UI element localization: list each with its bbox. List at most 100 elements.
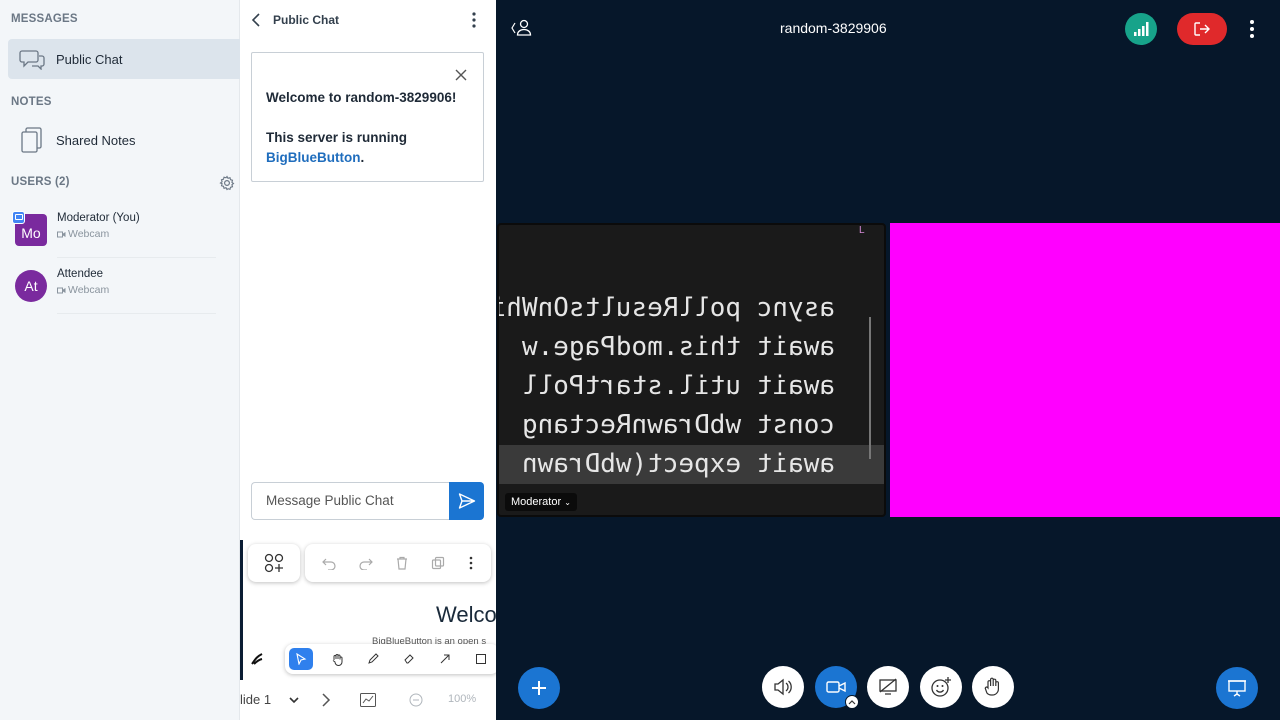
divider xyxy=(57,257,216,258)
zoom-out-icon[interactable] xyxy=(407,691,425,709)
presentation-toggle-button[interactable] xyxy=(1216,667,1258,709)
chat-panel: Public Chat Welcome to random-3829906! T… xyxy=(240,0,496,540)
rectangle-tool[interactable] xyxy=(469,648,493,670)
user-status: Webcam xyxy=(57,228,109,240)
redo-icon[interactable] xyxy=(358,556,373,570)
welcome-prefix: Welcome to xyxy=(266,90,346,105)
screen-share-content: async pollResultsOnWhi await this.modPag… xyxy=(499,289,884,484)
leave-meeting-button[interactable] xyxy=(1177,13,1227,45)
video-user-label: Moderator xyxy=(511,496,562,508)
cursor-icon xyxy=(296,653,307,665)
pencil-icon xyxy=(368,653,379,664)
screen-share-icon xyxy=(879,678,897,695)
audio-button[interactable] xyxy=(762,666,804,708)
public-chat-item[interactable]: Public Chat xyxy=(8,39,240,79)
server-text: This server is running xyxy=(266,130,408,145)
chevron-left-icon[interactable] xyxy=(250,12,264,28)
welcome-suffix: ! xyxy=(451,90,457,105)
message-input[interactable]: Message Public Chat xyxy=(251,482,449,520)
user-row-attendee[interactable]: At Attendee Webcam xyxy=(0,266,240,314)
chat-header: Public Chat xyxy=(240,0,496,40)
smiley-icon xyxy=(931,677,951,697)
presentation-icon xyxy=(1228,680,1246,697)
select-tool[interactable] xyxy=(289,648,313,670)
pencil-tool[interactable] xyxy=(361,648,385,670)
arrow-tool[interactable] xyxy=(433,648,457,670)
whiteboard-area[interactable]: Welco BigBlueButton is an open s xyxy=(240,540,496,680)
code-line: const wbDrawnRectang xyxy=(521,410,835,440)
video-user-name[interactable]: Moderator ⌄ xyxy=(505,493,577,511)
webcam-options-button[interactable] xyxy=(845,695,859,709)
user-list-panel: MESSAGES Public Chat NOTES Shared Notes … xyxy=(0,0,240,720)
fit-to-width-icon[interactable] xyxy=(359,691,377,709)
server-period: . xyxy=(360,150,365,165)
leave-icon xyxy=(1194,22,1210,36)
raise-hand-button[interactable] xyxy=(972,666,1014,708)
close-icon[interactable] xyxy=(453,67,469,83)
users-section-title: USERS (2) xyxy=(11,176,70,188)
send-button[interactable] xyxy=(449,482,484,520)
actions-button[interactable] xyxy=(518,667,560,709)
bigbluebutton-link[interactable]: BigBlueButton xyxy=(266,150,360,165)
speaker-icon xyxy=(774,678,792,696)
shared-notes-item[interactable]: Shared Notes xyxy=(8,120,240,160)
user-status-text: Webcam xyxy=(68,284,110,296)
notes-section-title: NOTES xyxy=(11,96,52,108)
eraser-icon xyxy=(404,654,414,664)
code-line: await expect(wbDrawn xyxy=(499,445,884,484)
public-chat-label: Public Chat xyxy=(56,51,123,67)
hand-icon xyxy=(332,653,342,666)
more-options-icon[interactable] xyxy=(468,11,480,29)
more-options-icon[interactable] xyxy=(468,556,474,570)
welcome-line: Welcome to random-3829906! xyxy=(266,88,469,108)
tldraw-logo-icon xyxy=(246,648,268,670)
pan-tool[interactable] xyxy=(325,648,349,670)
reactions-button[interactable] xyxy=(920,666,962,708)
user-name: Attendee xyxy=(57,268,104,280)
trash-icon[interactable] xyxy=(395,556,409,570)
presenter-icon xyxy=(12,211,25,224)
signal-bars-icon xyxy=(1134,22,1149,36)
eraser-tool[interactable] xyxy=(397,648,421,670)
webcam-icon xyxy=(57,231,66,237)
user-status: Webcam xyxy=(57,284,109,296)
slide-select[interactable]: lide 1 xyxy=(240,692,271,707)
code-line: await this.modPage.w xyxy=(521,332,835,362)
video-tile-moderator[interactable]: L async pollResultsOnWhi await this.modP… xyxy=(497,223,886,517)
chat-title[interactable]: Public Chat xyxy=(273,13,339,27)
presentation-controls: lide 1 100% xyxy=(240,680,496,720)
shapes-menu-button[interactable] xyxy=(248,544,300,582)
next-slide-icon[interactable] xyxy=(317,691,335,709)
editor-guide-line xyxy=(869,317,871,459)
server-line: This server is running BigBlueButton. xyxy=(266,128,469,168)
connection-status-button[interactable] xyxy=(1125,13,1157,45)
hand-icon xyxy=(984,677,999,696)
duplicate-icon[interactable] xyxy=(431,556,445,570)
drawing-toolbar xyxy=(285,644,496,674)
divider xyxy=(57,313,216,314)
avatar: At xyxy=(15,270,47,302)
video-tile-attendee[interactable] xyxy=(890,223,1280,517)
undo-icon[interactable] xyxy=(322,556,336,570)
messages-section-title: MESSAGES xyxy=(11,13,78,25)
edit-actions-toolbar xyxy=(305,544,491,582)
chevron-up-icon xyxy=(848,700,856,705)
more-options-icon[interactable] xyxy=(1244,18,1260,40)
gear-icon[interactable] xyxy=(219,175,235,191)
slide-title: Welco xyxy=(436,602,496,627)
user-status-text: Webcam xyxy=(68,228,110,240)
plus-icon xyxy=(532,681,546,695)
code-line: await util.startPoll xyxy=(521,371,835,401)
screen-share-button[interactable] xyxy=(867,666,909,708)
shapes-add-icon xyxy=(264,553,284,573)
avatar-initials: At xyxy=(24,278,38,294)
user-row-moderator[interactable]: Mo Moderator (You) Webcam xyxy=(0,210,240,258)
chevron-down-icon[interactable] xyxy=(285,691,303,709)
toggle-user-list-button[interactable] xyxy=(510,18,534,38)
send-icon xyxy=(458,493,475,509)
user-list-icon xyxy=(511,19,532,36)
webcam-icon xyxy=(57,287,66,293)
zoom-level: 100% xyxy=(448,693,477,705)
welcome-room: random-3829906 xyxy=(345,90,452,105)
rectangle-icon xyxy=(476,654,486,664)
